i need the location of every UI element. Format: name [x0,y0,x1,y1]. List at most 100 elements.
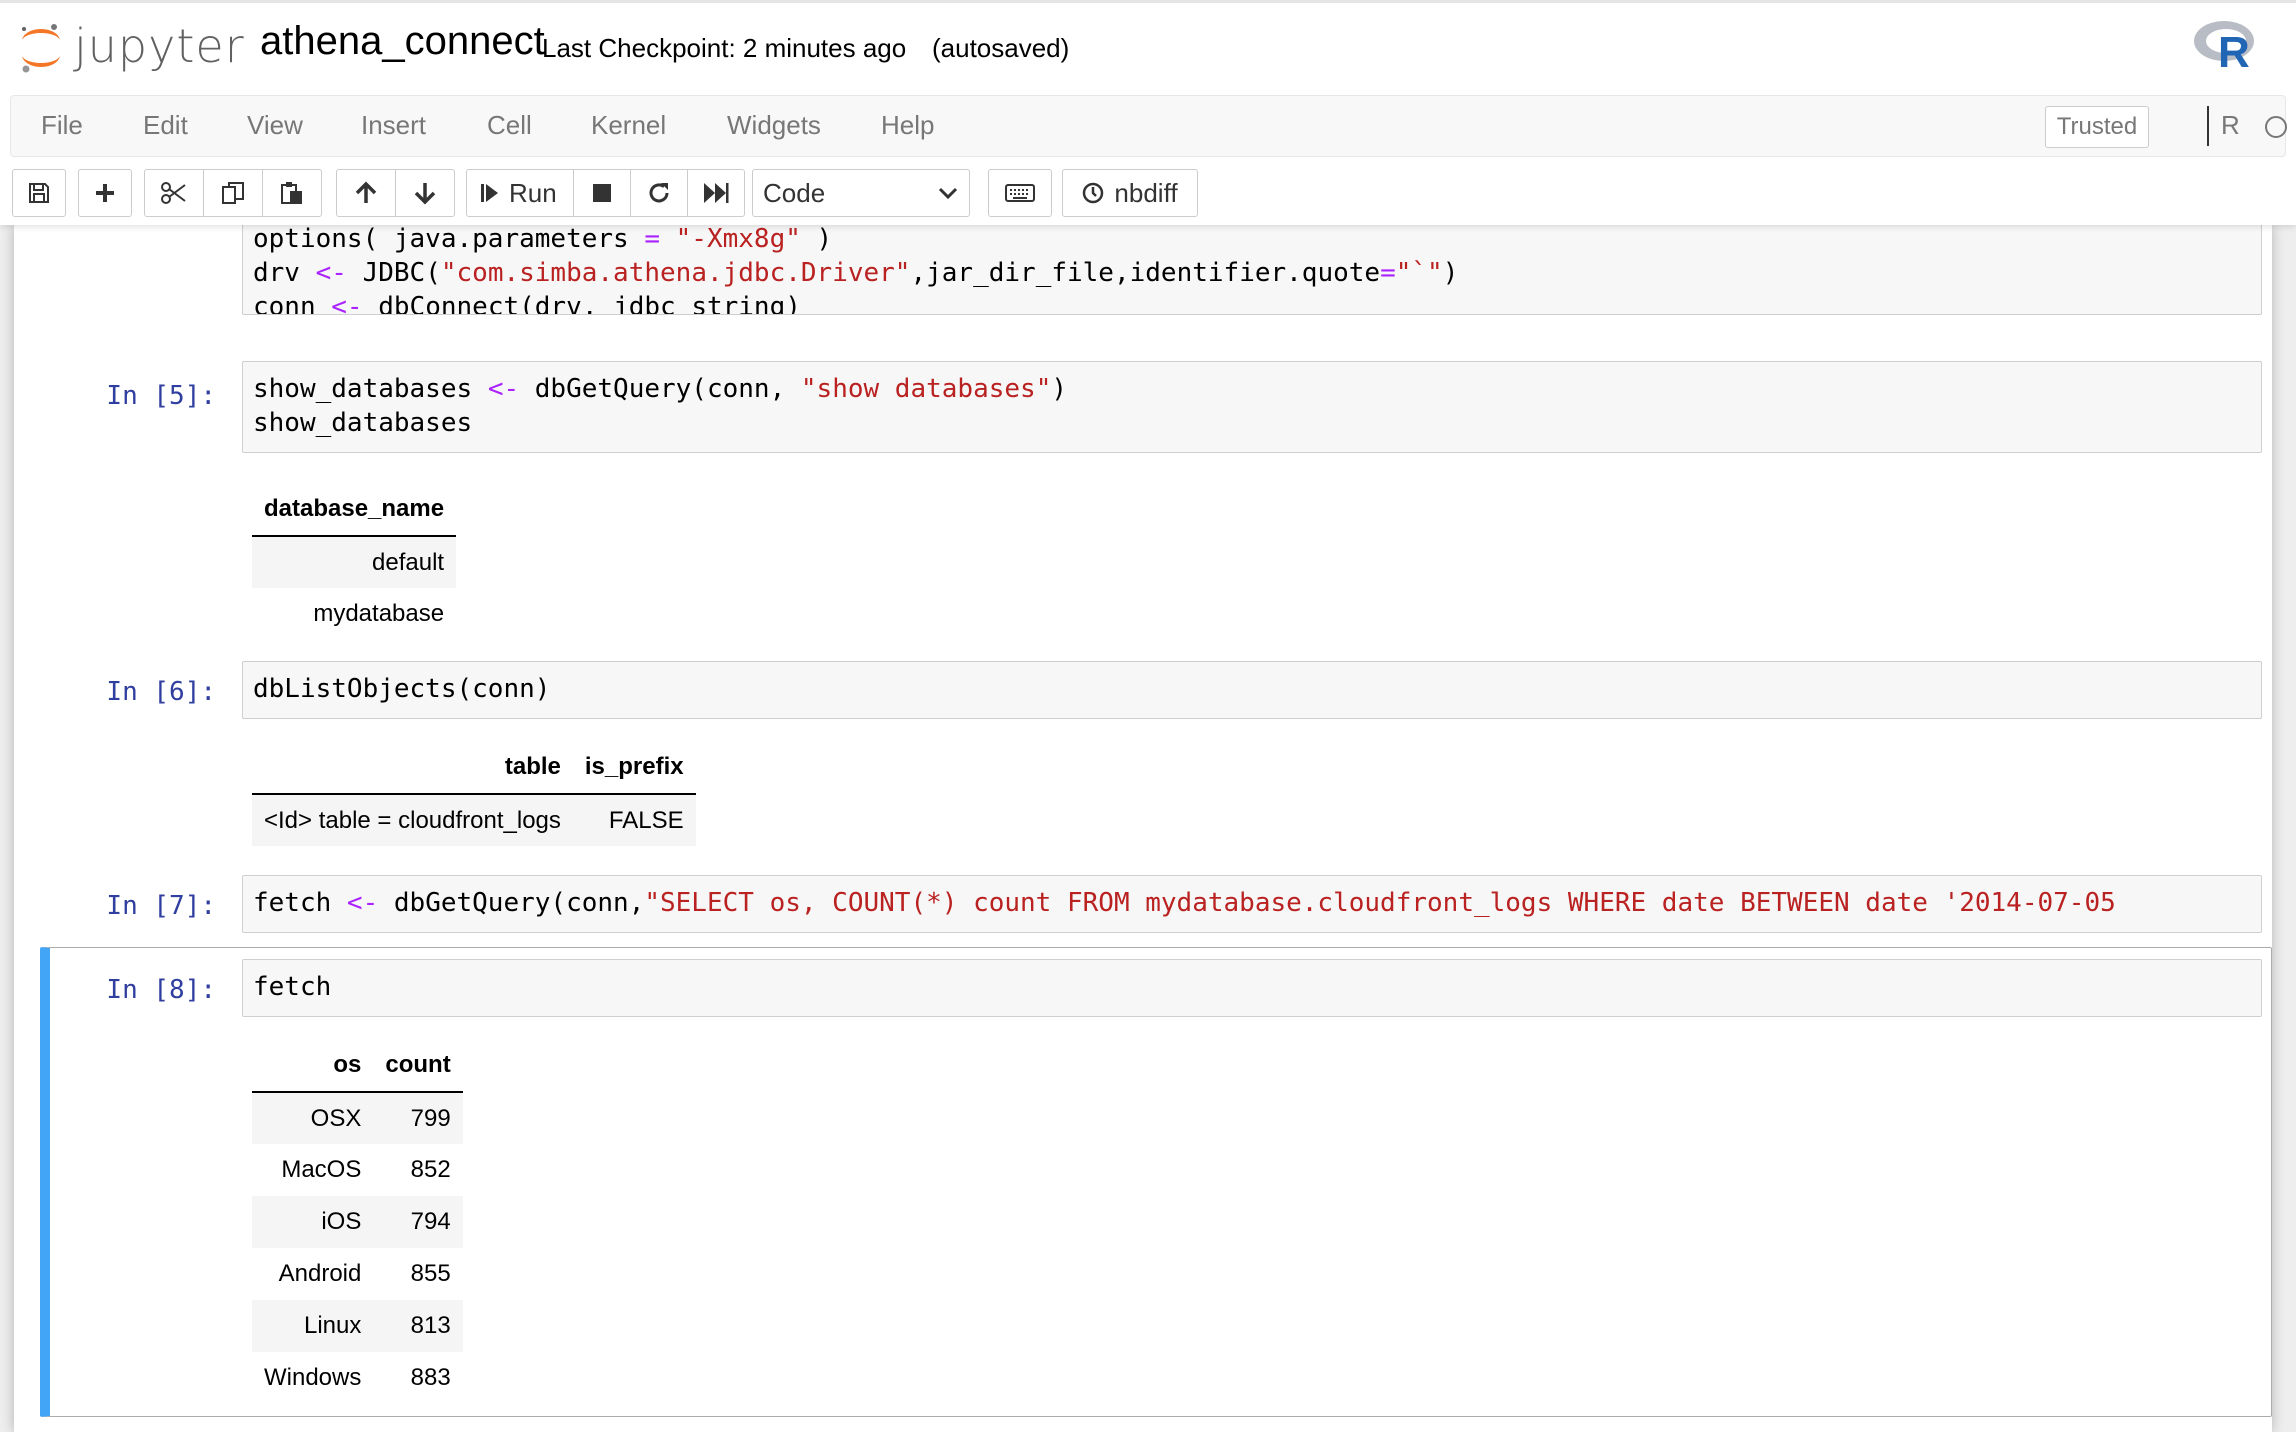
code-input[interactable]: fetch [242,959,2262,1017]
insert-cell-button[interactable] [78,169,132,217]
table-cell: mydatabase [313,600,445,627]
jupyter-logo[interactable]: jupyter [18,17,244,77]
table-cell: 794 [373,1196,463,1248]
notebook-container: options( java.parameters = "-Xmx8g" ) dr… [14,225,2272,1432]
move-up-button[interactable] [336,169,396,217]
table-cell: OSX [252,1092,374,1144]
code-input[interactable]: options( java.parameters = "-Xmx8g" ) dr… [242,225,2262,315]
run-button[interactable]: Run [466,169,574,217]
code-line: show_databases <- dbGetQuery(conn, "show… [253,374,1067,404]
arrow-down-icon [414,183,436,205]
table-row: Windows 883 [252,1352,463,1404]
jupyter-logo-text: jupyter [74,19,245,73]
table-cell: 799 [373,1092,463,1144]
menu-widgets[interactable]: Widgets [727,110,821,141]
code-input[interactable]: show_databases <- dbGetQuery(conn, "show… [242,361,2262,453]
arrow-up-icon [355,181,377,203]
interrupt-button[interactable] [573,169,631,217]
output-table: os count OSX 799 MacOS 852 iOS 794 Android 8… [252,1041,463,1404]
notebook-header: jupyter athena_connect Last Checkpoint: … [0,0,2296,225]
cell-type-select[interactable]: Code [752,169,970,217]
table-cell: <Id> table = cloudfront_logs [252,794,573,846]
table-row: iOS 794 [252,1196,463,1248]
chevron-down-icon [938,187,958,200]
menu-edit[interactable]: Edit [143,110,188,141]
code-line: conn <- dbConnect(drv, jdbc_string) [253,292,801,315]
cut-button[interactable] [144,169,204,217]
refresh-icon [649,183,669,203]
cell-type-value: Code [763,178,826,208]
menu-kernel[interactable]: Kernel [591,110,666,141]
plus-icon [96,184,114,202]
code-line: fetch <- dbGetQuery(conn,"SELECT os, COU… [253,888,2116,918]
menu-view[interactable]: View [247,110,303,141]
code-line: show_databases [253,408,473,438]
code-line: drv <- JDBC("com.simba.athena.jdbc.Drive… [253,258,1459,288]
column-header: database_name [252,485,457,537]
code-line: options( java.parameters = "-Xmx8g" ) [253,225,833,254]
menu-insert[interactable]: Insert [361,110,426,141]
table-row: OSX 799 [252,1092,463,1144]
stop-icon [593,184,611,202]
kernel-idle-icon [2265,116,2287,138]
input-prompt: In [7]: [106,891,216,921]
notebook-title[interactable]: athena_connect [260,19,545,64]
paste-button[interactable] [262,169,322,217]
table-cell: Windows [264,1364,362,1391]
svg-text:R: R [2218,28,2250,75]
table-cell: FALSE [572,794,696,846]
save-button[interactable] [12,169,66,217]
table-row: default [252,536,457,588]
fast-forward-icon [704,183,729,203]
jupyter-logo-icon [22,24,60,73]
save-icon [29,183,49,203]
run-label: Run [509,177,557,208]
input-prompt: In [8]: [106,975,216,1005]
r-logo-icon: R [2194,21,2254,75]
column-header: is_prefix [572,743,696,795]
output-table: table is_prefix <Id> table = cloudfront_… [252,743,696,846]
code-input[interactable]: dbListObjects(conn) [242,661,2262,719]
column-header: os [252,1041,374,1093]
nbdiff-button[interactable]: nbdiff [1062,169,1198,217]
output-table: database_name default mydatabase [252,485,457,640]
table-row: <Id> table = cloudfront_logs FALSE [252,794,696,846]
table-cell: 852 [410,1156,451,1183]
table-cell: Linux [252,1300,374,1352]
menu-help[interactable]: Help [881,110,934,141]
table-row: mydatabase [252,588,456,640]
menu-cell[interactable]: Cell [487,110,532,141]
keyboard-icon [1005,184,1035,202]
table-row: MacOS 852 [252,1144,463,1196]
restart-run-all-button[interactable] [687,169,745,217]
scissors-icon [161,182,186,204]
step-forward-icon [481,184,498,202]
table-row: Android 855 [252,1248,463,1300]
table-cell: Android [278,1260,362,1287]
clock-icon [1083,182,1104,204]
copy-button[interactable] [203,169,263,217]
table-cell: iOS [252,1196,374,1248]
table-cell: MacOS [281,1156,362,1183]
restart-kernel-button[interactable] [630,169,688,217]
kernel-name: R [2221,110,2240,140]
table-row: Linux 813 [252,1300,463,1352]
table-cell: default [252,536,457,588]
code-line: dbListObjects(conn) [253,674,551,704]
menu-file[interactable]: File [41,110,83,141]
code-line: fetch [253,972,332,1002]
table-cell: 813 [373,1300,463,1352]
code-input[interactable]: fetch <- dbGetQuery(conn,"SELECT os, COU… [242,875,2262,933]
nbdiff-label: nbdiff [1114,177,1178,208]
menubar: File Edit View Insert Cell Kernel Widget… [10,95,2287,157]
column-header: table [252,743,573,795]
column-header: count [373,1041,463,1093]
trusted-indicator[interactable]: Trusted [2045,106,2149,148]
autosave-status: (autosaved) [932,33,1070,63]
command-palette-button[interactable] [988,169,1052,217]
input-prompt: In [5]: [106,381,216,411]
move-down-button[interactable] [395,169,455,217]
table-cell: 883 [410,1364,451,1391]
input-prompt: In [6]: [106,677,216,707]
paste-icon [281,182,302,204]
